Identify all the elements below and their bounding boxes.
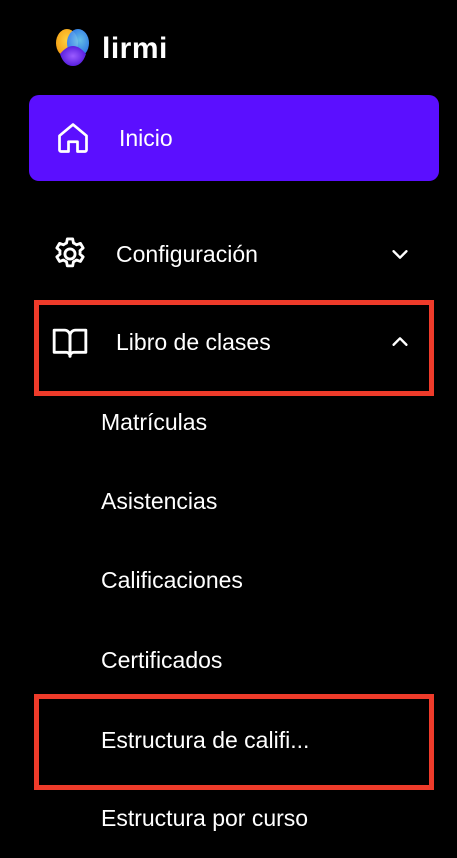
book-icon	[51, 323, 89, 361]
submenu-item-matriculas[interactable]: Matrículas	[101, 409, 207, 436]
lirmi-logo-icon	[52, 26, 94, 72]
sidebar-item-configuracion[interactable]: Configuración	[29, 212, 439, 296]
submenu-item-certificados[interactable]: Certificados	[101, 647, 222, 674]
home-icon	[54, 119, 92, 157]
submenu-item-calificaciones[interactable]: Calificaciones	[101, 567, 243, 594]
brand-logo[interactable]: lirmi	[52, 26, 168, 72]
brand-name: lirmi	[102, 32, 168, 65]
sidebar-item-label: Libro de clases	[116, 328, 271, 355]
submenu-item-estructura-de-calificaciones[interactable]: Estructura de califi...	[101, 727, 309, 754]
sidebar-item-inicio[interactable]: Inicio	[29, 95, 439, 181]
sidebar-item-libro-de-clases[interactable]: Libro de clases	[29, 300, 439, 384]
sidebar-item-label: Inicio	[119, 124, 173, 151]
chevron-up-icon[interactable]	[389, 331, 411, 353]
sidebar-item-label: Configuración	[116, 240, 258, 267]
gear-icon	[51, 235, 89, 273]
submenu-item-asistencias[interactable]: Asistencias	[101, 488, 217, 515]
submenu-item-estructura-por-curso[interactable]: Estructura por curso	[101, 805, 308, 832]
chevron-down-icon[interactable]	[389, 243, 411, 265]
